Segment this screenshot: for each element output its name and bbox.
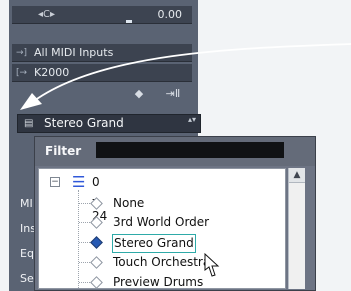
list-scrollbar[interactable]: ▲ xyxy=(288,168,305,289)
program-label: Stereo Grand xyxy=(44,116,124,130)
tree-connector xyxy=(79,282,90,283)
program-list: − ☰ 0 - 24 None 3rd World Order Stereo G… xyxy=(38,168,286,289)
tree-connector xyxy=(79,262,90,263)
program-diamond-icon xyxy=(90,256,103,269)
pan-marker xyxy=(126,20,132,23)
program-arrows-icon[interactable]: ▴▾ xyxy=(188,116,196,130)
program-icon: ▤ xyxy=(24,118,34,129)
list-item-label: Stereo Grand xyxy=(112,234,196,253)
filter-header: Filter xyxy=(35,137,315,166)
screen-frame: ◂C▸ 0.00 →] All MIDI Inputs [→ K2000 ◆ ⇥… xyxy=(0,0,351,291)
keyboard-icon[interactable]: ⇥Ⅱ xyxy=(157,86,189,102)
midi-input-icon: →] xyxy=(16,48,28,58)
midi-output-label: K2000 xyxy=(34,66,70,79)
tree-connector xyxy=(79,242,90,243)
program-selector[interactable]: ▤ Stereo Grand ▴▾ xyxy=(17,114,201,133)
list-item-label: None xyxy=(113,196,145,210)
pan-icon: ◂C▸ xyxy=(38,9,56,20)
pan-row[interactable]: ◂C▸ 0.00 xyxy=(12,6,192,24)
small-controls: ◆ ⇥Ⅱ xyxy=(125,86,193,102)
filter-label: Filter xyxy=(45,144,82,158)
list-item-label: 3rd World Order xyxy=(113,215,210,229)
filter-input[interactable] xyxy=(96,142,284,158)
midi-output-row[interactable]: [→ K2000 xyxy=(12,64,192,82)
tree-connector xyxy=(79,203,90,204)
folder-icon: ☰ xyxy=(72,173,86,191)
tree-guide xyxy=(78,190,79,288)
midi-input-row[interactable]: →] All MIDI Inputs xyxy=(12,44,192,62)
tree-connector xyxy=(79,222,90,223)
program-diamond-icon xyxy=(90,236,103,249)
pan-value: 0.00 xyxy=(157,8,183,21)
midi-input-label: All MIDI Inputs xyxy=(34,46,114,59)
scroll-up-icon[interactable]: ▲ xyxy=(289,168,305,183)
list-item-label: Preview Drums xyxy=(113,275,204,289)
collapse-icon[interactable]: − xyxy=(50,177,60,187)
list-item-label: Touch Orchestra xyxy=(113,255,211,269)
midi-output-icon: [→ xyxy=(16,68,28,78)
diamond-icon[interactable]: ◆ xyxy=(131,86,147,102)
program-diamond-icon xyxy=(90,276,103,288)
program-popup: Filter − ☰ 0 - 24 None 3rd World Order xyxy=(34,136,316,291)
